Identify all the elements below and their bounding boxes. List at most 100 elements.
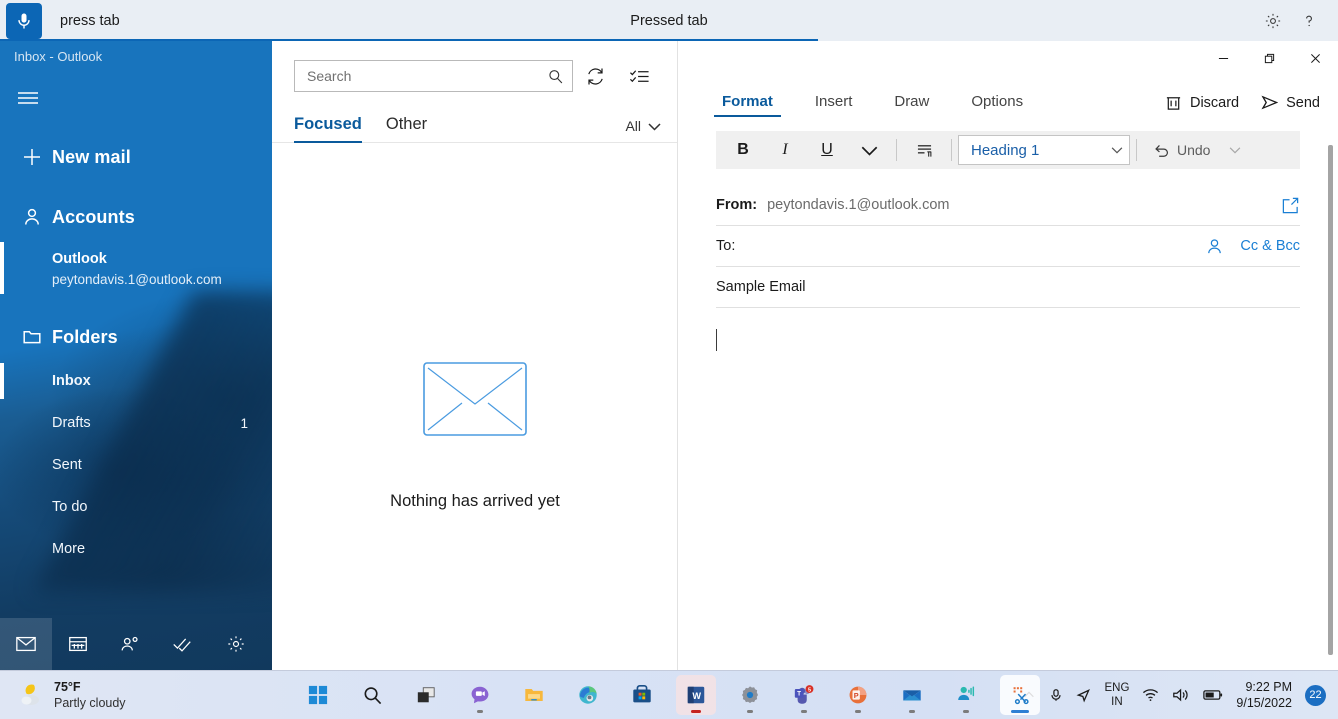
tab-insert[interactable]: Insert [807,93,861,117]
accessibility-icon[interactable] [946,675,986,715]
send-label: Send [1286,95,1320,111]
start-button[interactable] [298,675,338,715]
tab-format[interactable]: Format [714,93,781,117]
select-mode-icon[interactable] [617,59,661,93]
settings-gear-icon[interactable] [210,618,262,670]
mail-icon[interactable] [0,618,52,670]
powerpoint-icon[interactable]: P [838,675,878,715]
search-placeholder: Search [307,68,547,84]
more-format-chevron-down-icon[interactable] [848,133,890,167]
new-mail-button[interactable]: New mail [0,134,272,180]
chat-icon[interactable] [460,675,500,715]
undo-chevron-down-icon[interactable] [1220,146,1250,154]
undo-arrow-icon [1153,143,1170,158]
underline-button[interactable]: U [806,133,848,167]
send-button[interactable]: Send [1261,94,1320,111]
mail-icon[interactable] [892,675,932,715]
empty-inbox-state: Nothing has arrived yet [272,361,678,511]
window-title: Pressed tab [0,13,1338,29]
vertical-scrollbar[interactable] [1328,145,1333,655]
gear-icon[interactable] [1258,6,1288,36]
account-item-outlook[interactable]: Outlook peytondavis.1@outlook.com [0,242,272,298]
folder-label: Drafts [52,415,91,431]
sidebar-item-sent[interactable]: Sent [0,444,272,486]
paragraph-style-dropdown[interactable]: Heading 1 [958,135,1130,165]
wifi-icon[interactable] [1142,687,1159,703]
sidebar-item-drafts[interactable]: Drafts 1 [0,402,272,444]
search-icon[interactable] [352,675,392,715]
trash-icon [1165,94,1182,111]
paragraph-direction-icon[interactable] [903,133,945,167]
pop-out-icon[interactable] [1281,196,1300,215]
tasks-icon[interactable] [156,618,208,670]
search-row: Search [272,41,677,93]
calendar-icon[interactable] [52,618,104,670]
file-explorer-icon[interactable] [514,675,554,715]
notification-badge[interactable]: 22 [1305,685,1326,706]
settings-icon[interactable] [730,675,770,715]
windows-taskbar: 75°F Partly cloudy [0,670,1338,719]
account-email: peytondavis.1@outlook.com [52,270,272,290]
microphone-icon[interactable] [6,3,42,39]
compose-ribbon-tabs: Format Insert Draw Options Discard Send [678,81,1338,117]
subject-value: Sample Email [716,279,805,295]
restore-icon[interactable] [1246,41,1292,75]
message-list-pane: Search Focused Other All N [272,41,678,670]
question-mark-icon[interactable] [1294,6,1324,36]
list-filter-dropdown[interactable]: All [625,118,661,142]
voice-command-text: press tab [60,13,120,29]
running-indicator [801,710,807,713]
location-arrow-icon[interactable] [1076,688,1091,703]
running-indicator [909,710,915,713]
to-row-actions: Cc & Bcc [1205,237,1300,256]
toolbar-separator [951,139,952,161]
minimize-icon[interactable] [1200,41,1246,75]
tab-draw[interactable]: Draw [886,93,937,117]
cc-bcc-button[interactable]: Cc & Bcc [1240,238,1300,254]
task-view-icon[interactable] [406,675,446,715]
teams-badge-count: 5 [808,687,811,693]
edge-browser-icon[interactable] [568,675,608,715]
message-body-editor[interactable] [716,308,1300,628]
compose-window: Format Insert Draw Options Discard Send … [678,41,1338,670]
discard-button[interactable]: Discard [1165,94,1239,111]
language-indicator[interactable]: ENG IN [1104,681,1129,709]
hamburger-menu-button[interactable] [4,76,52,120]
folders-header[interactable]: Folders [0,314,272,360]
tab-focused[interactable]: Focused [294,115,362,142]
account-name: Outlook [52,248,272,270]
people-icon[interactable] [104,618,156,670]
italic-button[interactable]: I [764,133,806,167]
tab-options[interactable]: Options [963,93,1031,117]
toolbar-separator [896,139,897,161]
weather-widget[interactable]: 75°F Partly cloudy [0,679,126,711]
to-field-row[interactable]: To: Cc & Bcc [716,226,1300,267]
folder-label: Inbox [52,373,91,389]
snipping-tool-icon[interactable] [1000,675,1040,715]
word-icon[interactable]: W [676,675,716,715]
search-input[interactable]: Search [294,60,573,92]
sidebar-item-todo[interactable]: To do [0,486,272,528]
sidebar-item-more[interactable]: More [0,528,272,570]
speaker-icon[interactable] [1172,687,1190,703]
bold-button[interactable]: B [722,133,764,167]
tab-other[interactable]: Other [386,115,427,142]
microphone-icon[interactable] [1049,688,1063,702]
battery-icon[interactable] [1203,688,1223,702]
text-caret [716,329,717,351]
accounts-header[interactable]: Accounts [0,194,272,240]
microsoft-store-icon[interactable] [622,675,662,715]
partly-cloudy-icon [18,682,44,708]
sidebar-item-inbox[interactable]: Inbox [0,360,272,402]
sync-refresh-icon[interactable] [573,59,617,93]
close-icon[interactable] [1292,41,1338,75]
compose-actions: Discard Send [1165,94,1320,117]
clock[interactable]: 9:22 PM 9/15/2022 [1236,679,1292,711]
language-line-2: IN [1104,695,1129,709]
undo-button[interactable]: Undo [1143,142,1220,158]
teams-icon[interactable]: T5 [784,675,824,715]
clock-date: 9/15/2022 [1236,695,1292,711]
from-field-row[interactable]: From: peytondavis.1@outlook.com [716,185,1300,226]
person-picker-icon[interactable] [1205,237,1224,256]
subject-input[interactable]: Sample Email [716,267,1300,308]
